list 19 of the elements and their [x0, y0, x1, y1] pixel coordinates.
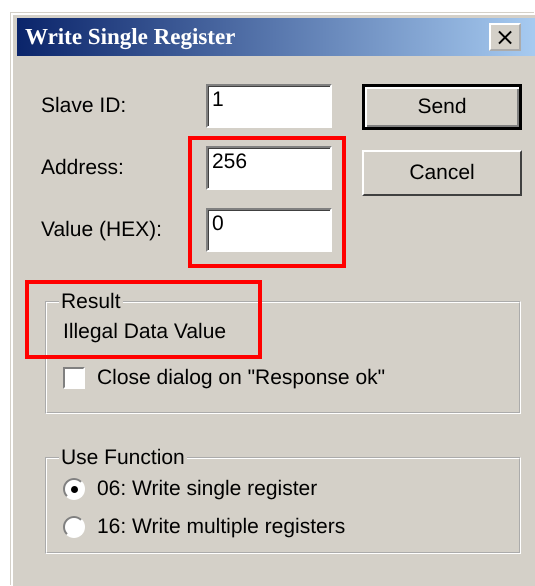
checkbox[interactable] [63, 367, 85, 389]
radio-button[interactable] [63, 478, 85, 500]
radio-button[interactable] [63, 516, 85, 538]
option-label: 06: Write single register [97, 477, 318, 501]
group-title: Result [60, 290, 122, 314]
field-label: Slave ID: [41, 94, 128, 118]
checkbox-label: Close dialog on "Response ok" [97, 366, 386, 390]
input-field[interactable]: 1 [206, 84, 332, 128]
field-label: Value (HEX): [41, 218, 163, 242]
group-title: Use Function [60, 446, 186, 470]
window-title: Write Single Register [25, 24, 236, 50]
close-button[interactable]: × [489, 23, 521, 51]
field-label: Address: [41, 156, 125, 180]
input-field[interactable]: 256 [206, 146, 332, 190]
input-field[interactable]: 0 [206, 208, 332, 252]
dialog-button[interactable]: Send [362, 84, 522, 130]
option-label: 16: Write multiple registers [97, 515, 346, 539]
result-message: Illegal Data Value [63, 320, 228, 344]
dialog-button[interactable]: Cancel [362, 150, 522, 196]
